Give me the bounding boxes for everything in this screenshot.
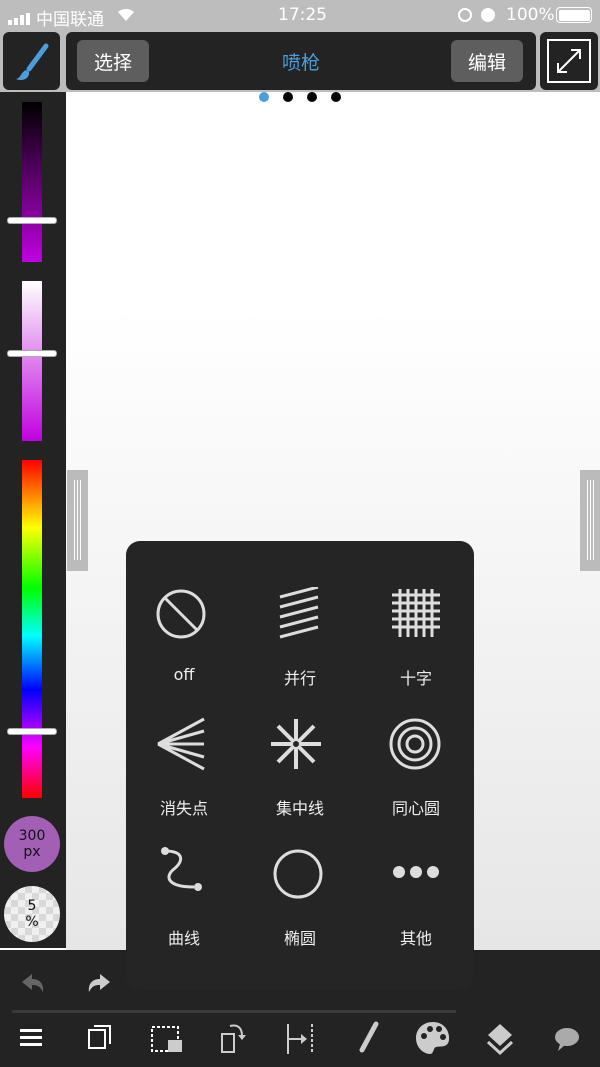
saturation-slider-handle[interactable]: [7, 350, 57, 357]
undo-icon[interactable]: [18, 970, 48, 1000]
palette-icon[interactable]: [414, 1020, 452, 1056]
expand-icon: [547, 39, 591, 83]
concentric-circles-icon: [389, 718, 441, 770]
layers-icon[interactable]: [484, 1022, 516, 1056]
selection-icon[interactable]: [150, 1022, 184, 1054]
signal-icon: [8, 10, 34, 25]
right-panel-handle[interactable]: [580, 470, 600, 571]
ruler-option-off[interactable]: off: [126, 551, 242, 684]
ruler-option-ellipse[interactable]: 椭圆: [242, 811, 358, 948]
ruler-option-cross[interactable]: 十字: [358, 551, 474, 688]
ruler-option-other[interactable]: 其他: [358, 811, 474, 948]
page-dot[interactable]: [331, 92, 341, 102]
ruler-option-parallel[interactable]: 并行: [242, 551, 358, 688]
ruler-option-concentric[interactable]: 同心圆: [358, 681, 474, 818]
redo-icon[interactable]: [84, 970, 114, 1000]
brush-tool-button[interactable]: [3, 32, 60, 90]
ruler-menu-popup: off 并行 十字 消失点 集中线 同心圆 曲线 椭圆 其他: [126, 541, 474, 990]
saturation-slider[interactable]: [22, 281, 42, 441]
vanishing-point-icon: [157, 717, 205, 771]
status-bar: 中国联通 17:25 100%: [0, 0, 600, 30]
page-dot[interactable]: [283, 92, 293, 102]
tool-header: 选择 喷枪 编辑: [66, 32, 536, 90]
speech-bubble-icon[interactable]: [552, 1026, 582, 1054]
brightness-slider-handle[interactable]: [7, 217, 57, 224]
edit-button[interactable]: 编辑: [451, 40, 523, 82]
grid-icon: [392, 589, 440, 637]
menu-icon[interactable]: [20, 1025, 46, 1049]
hue-slider-handle[interactable]: [7, 728, 57, 735]
more-icon: [393, 866, 439, 878]
focus-lines-icon: [271, 719, 321, 769]
ruler-option-curve[interactable]: 曲线: [126, 811, 242, 948]
ruler-option-label: 曲线: [167, 929, 200, 948]
wifi-icon: [116, 6, 136, 27]
carrier: 中国联通: [36, 10, 104, 30]
rotate-icon[interactable]: [218, 1020, 250, 1056]
color-panel: 300 px 5 %: [0, 92, 66, 948]
opacity-button[interactable]: 5 %: [4, 886, 60, 942]
ellipse-icon: [273, 849, 323, 899]
battery-icon: [556, 7, 592, 23]
ruler-option-label: 其他: [399, 929, 432, 948]
ruler-option-vanishing-point[interactable]: 消失点: [126, 681, 242, 818]
curve-icon: [161, 847, 202, 891]
pen-icon[interactable]: [352, 1020, 382, 1056]
opacity-value: 5: [27, 898, 37, 914]
page-dot[interactable]: [259, 92, 269, 102]
fullscreen-button[interactable]: [540, 32, 598, 90]
ruler-icon[interactable]: [284, 1020, 318, 1056]
opacity-unit: %: [25, 914, 39, 930]
ruler-option-label: 椭圆: [283, 929, 316, 948]
ruler-option-focus-lines[interactable]: 集中线: [242, 681, 358, 818]
page-indicator[interactable]: [259, 92, 341, 102]
prohibited-icon: [156, 589, 206, 639]
top-bar: 选择 喷枪 编辑: [0, 30, 600, 92]
brush-size-value: 300: [18, 828, 46, 844]
brush-size-button[interactable]: 300 px: [4, 816, 60, 872]
brush-icon: [16, 43, 49, 81]
page-dot[interactable]: [307, 92, 317, 102]
parallel-lines-icon: [279, 587, 319, 639]
rotation-lock-icon: [458, 8, 472, 22]
left-panel-handle[interactable]: [67, 470, 88, 571]
layers-copy-icon[interactable]: [86, 1022, 114, 1052]
alarm-icon: [481, 8, 495, 22]
hue-slider[interactable]: [22, 460, 42, 798]
toolbar-divider: [12, 1010, 456, 1013]
brightness-slider[interactable]: [22, 102, 42, 262]
time: 17:25: [278, 5, 327, 25]
battery-text: 100%: [506, 5, 555, 25]
brush-size-unit: px: [23, 844, 41, 860]
